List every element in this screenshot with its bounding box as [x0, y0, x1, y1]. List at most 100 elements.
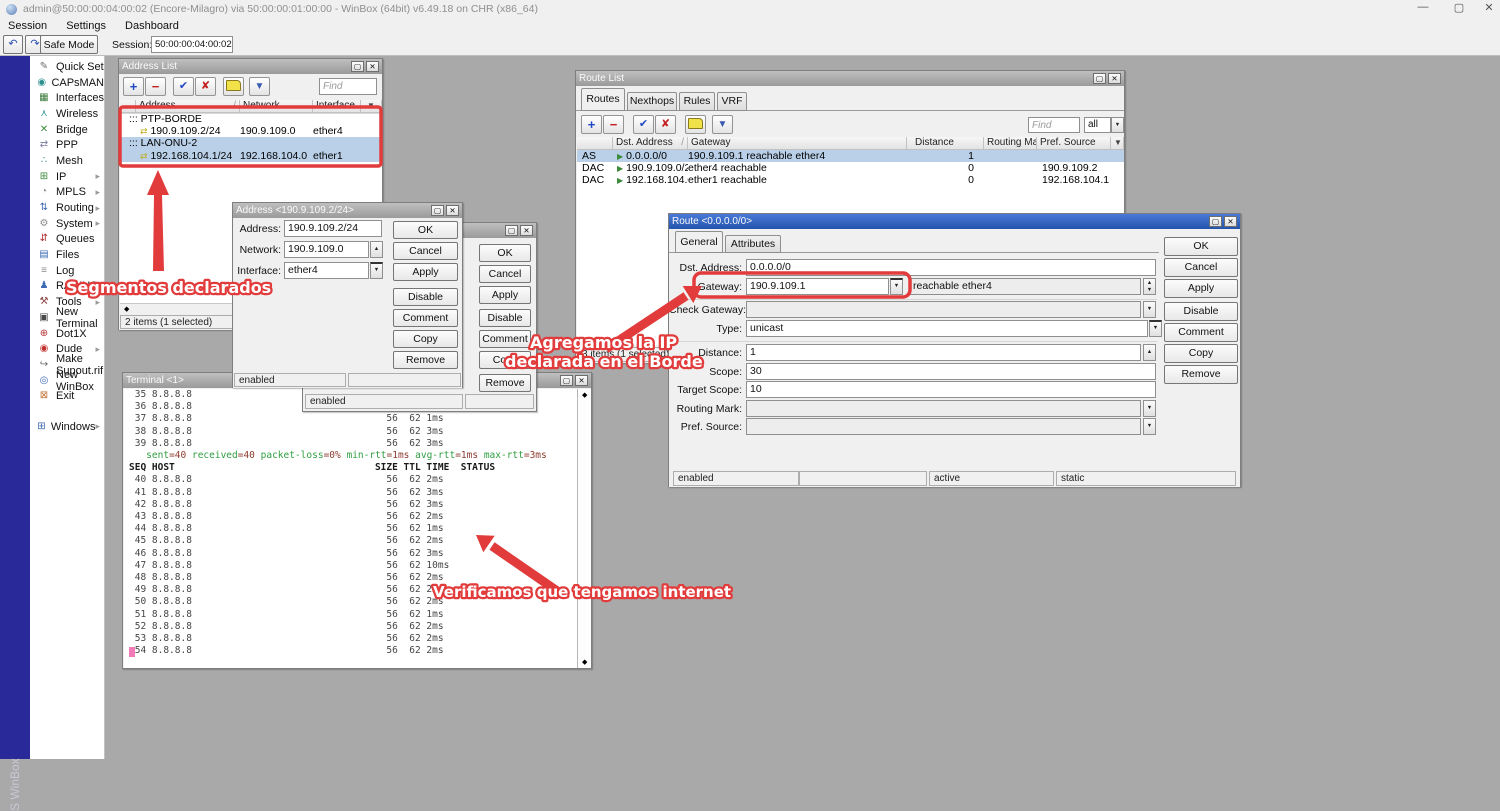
- maximize-icon[interactable]: ▢: [1093, 73, 1106, 84]
- tab-rules[interactable]: Rules: [679, 92, 715, 111]
- copy-button[interactable]: Copy: [393, 330, 458, 348]
- route-list-titlebar[interactable]: Route List ▢ ✕: [576, 71, 1124, 86]
- ok-button[interactable]: OK: [479, 244, 531, 262]
- sidebar-item-ip[interactable]: ⊞IP▸: [30, 169, 104, 185]
- close-icon[interactable]: ✕: [1478, 1, 1500, 17]
- cancel-button[interactable]: Cancel: [1164, 258, 1238, 277]
- table-row[interactable]: ::: PTP-BORDE: [120, 113, 382, 125]
- maximize-icon[interactable]: ▢: [351, 61, 364, 72]
- tab-general[interactable]: General: [675, 231, 723, 253]
- col-network[interactable]: Network: [240, 100, 313, 112]
- tab-nexthops[interactable]: Nexthops: [627, 92, 677, 111]
- find-input[interactable]: [1029, 118, 1079, 132]
- comment-button[interactable]: Comment: [393, 309, 458, 327]
- col-interface[interactable]: Interface: [313, 100, 361, 112]
- minimize-icon[interactable]: —: [1408, 1, 1438, 17]
- table-row[interactable]: AS▶ 0.0.0.0/0190.9.109.1 reachable ether…: [577, 150, 1124, 162]
- menu-session[interactable]: Session: [0, 18, 55, 34]
- sidebar-item-quick-set[interactable]: ✎Quick Set: [30, 59, 104, 75]
- remove-button[interactable]: Remove: [479, 374, 531, 392]
- scroll-up-icon[interactable]: ◆: [582, 391, 587, 399]
- comment-button[interactable]: [223, 77, 244, 96]
- sidebar-item-bridge[interactable]: ✕Bridge: [30, 122, 104, 138]
- sidebar-item-new-terminal[interactable]: ▣New Terminal: [30, 310, 104, 326]
- remove-button[interactable]: Remove: [393, 351, 458, 369]
- find-input[interactable]: [320, 79, 376, 94]
- sidebar-item-mesh[interactable]: ∴Mesh: [30, 153, 104, 169]
- col-dst-address[interactable]: Dst. Address: [616, 137, 681, 149]
- table-row[interactable]: DAC▶ 192.168.104.0...ether1 reachable019…: [577, 174, 1124, 186]
- apply-button[interactable]: Apply: [479, 286, 531, 304]
- sidebar-item-files[interactable]: ▤Files: [30, 247, 104, 263]
- remove-item-button[interactable]: −: [145, 77, 166, 96]
- filter-button[interactable]: ▼: [249, 77, 270, 96]
- sidebar-item-mpls[interactable]: ◔MPLS▸: [30, 185, 104, 201]
- sidebar-item-windows[interactable]: ⊞Windows▸: [30, 419, 104, 435]
- copy-button[interactable]: Copy: [1164, 344, 1238, 363]
- undo-button[interactable]: ↶: [3, 35, 23, 54]
- dropdown-icon[interactable]: ▼: [1111, 117, 1124, 133]
- menu-dashboard[interactable]: Dashboard: [117, 18, 187, 34]
- sidebar-item-ppp[interactable]: ⇄PPP: [30, 137, 104, 153]
- close-icon[interactable]: ✕: [575, 375, 588, 386]
- sidebar-item-system[interactable]: ⚙System▸: [30, 216, 104, 232]
- col-gateway[interactable]: Gateway: [688, 137, 907, 149]
- tab-vrf[interactable]: VRF: [717, 92, 747, 111]
- table-row[interactable]: ::: LAN-ONU-2: [120, 137, 382, 149]
- ok-button[interactable]: OK: [393, 221, 458, 239]
- copy-button[interactable]: Copy: [479, 351, 531, 369]
- menu-settings[interactable]: Settings: [58, 18, 114, 34]
- scroll-down-icon[interactable]: ◆: [582, 658, 587, 666]
- enable-button[interactable]: ✔: [173, 77, 194, 96]
- scroll-arrow-icon[interactable]: ◆: [124, 305, 129, 313]
- apply-button[interactable]: Apply: [393, 263, 458, 281]
- sidebar-item-capsman[interactable]: ◉CAPsMAN: [30, 75, 104, 91]
- column-menu-button[interactable]: ▼: [1111, 137, 1124, 149]
- sidebar-item-wireless[interactable]: ⋏Wireless: [30, 106, 104, 122]
- disable-button[interactable]: Disable: [393, 288, 458, 306]
- col-pref-source[interactable]: Pref. Source: [1037, 137, 1111, 149]
- sidebar-item-interfaces[interactable]: ▦Interfaces: [30, 90, 104, 106]
- sidebar-item-exit[interactable]: ⊠Exit: [30, 388, 104, 404]
- sidebar-item-dot1x[interactable]: ⊕Dot1X: [30, 326, 104, 342]
- sidebar-item-radius[interactable]: ♟RADIUS: [30, 279, 104, 295]
- disable-button[interactable]: ✘: [655, 115, 676, 134]
- comment-button[interactable]: [685, 115, 706, 134]
- cancel-button[interactable]: Cancel: [393, 242, 458, 260]
- session-field[interactable]: 50:00:00:04:00:02: [151, 36, 233, 53]
- route-list-header[interactable]: Dst. Address/ Gateway Distance Routing M…: [577, 137, 1124, 150]
- add-button[interactable]: +: [581, 115, 602, 134]
- safe-mode-button[interactable]: Safe Mode: [40, 35, 98, 54]
- maximize-icon[interactable]: ▢: [1444, 1, 1474, 17]
- col-distance[interactable]: Distance: [907, 137, 984, 149]
- col-address[interactable]: Address: [139, 100, 233, 112]
- table-row[interactable]: ⇄ 192.168.104.1/24192.168.104.0ether1: [120, 150, 382, 162]
- table-row[interactable]: ⇄ 190.9.109.2/24190.9.109.0ether4: [120, 125, 382, 137]
- table-row[interactable]: DAC▶ 190.9.109.0/24ether4 reachable0190.…: [577, 162, 1124, 174]
- col-routing-mark[interactable]: Routing Mark: [984, 137, 1037, 149]
- remove-button[interactable]: Remove: [1164, 365, 1238, 384]
- find-box[interactable]: [319, 78, 377, 95]
- address-list-header[interactable]: Address/ Network Interface ▼: [120, 100, 382, 113]
- find-box[interactable]: [1028, 117, 1080, 133]
- disable-button[interactable]: Disable: [479, 309, 531, 327]
- maximize-icon[interactable]: ▢: [560, 375, 573, 386]
- filter-button[interactable]: ▼: [712, 115, 733, 134]
- cancel-button[interactable]: Cancel: [479, 265, 531, 283]
- sidebar-item-new-winbox[interactable]: ◎New WinBox: [30, 373, 104, 389]
- filter-scope-select[interactable]: all: [1084, 117, 1111, 133]
- ok-button[interactable]: OK: [1164, 237, 1238, 256]
- column-menu-button[interactable]: ▼: [361, 100, 382, 112]
- comment-button[interactable]: Comment: [479, 330, 531, 348]
- sidebar-item-routing[interactable]: ⇅Routing▸: [30, 200, 104, 216]
- disable-button[interactable]: Disable: [1164, 302, 1238, 321]
- add-button[interactable]: +: [123, 77, 144, 96]
- comment-button[interactable]: Comment: [1164, 323, 1238, 342]
- apply-button[interactable]: Apply: [1164, 279, 1238, 298]
- enable-button[interactable]: ✔: [633, 115, 654, 134]
- close-icon[interactable]: ✕: [1108, 73, 1121, 84]
- remove-item-button[interactable]: −: [603, 115, 624, 134]
- sidebar-item-log[interactable]: ≡Log: [30, 263, 104, 279]
- address-list-titlebar[interactable]: Address List ▢ ✕: [119, 59, 382, 74]
- vscrollbar[interactable]: ◆ ◆: [577, 389, 591, 668]
